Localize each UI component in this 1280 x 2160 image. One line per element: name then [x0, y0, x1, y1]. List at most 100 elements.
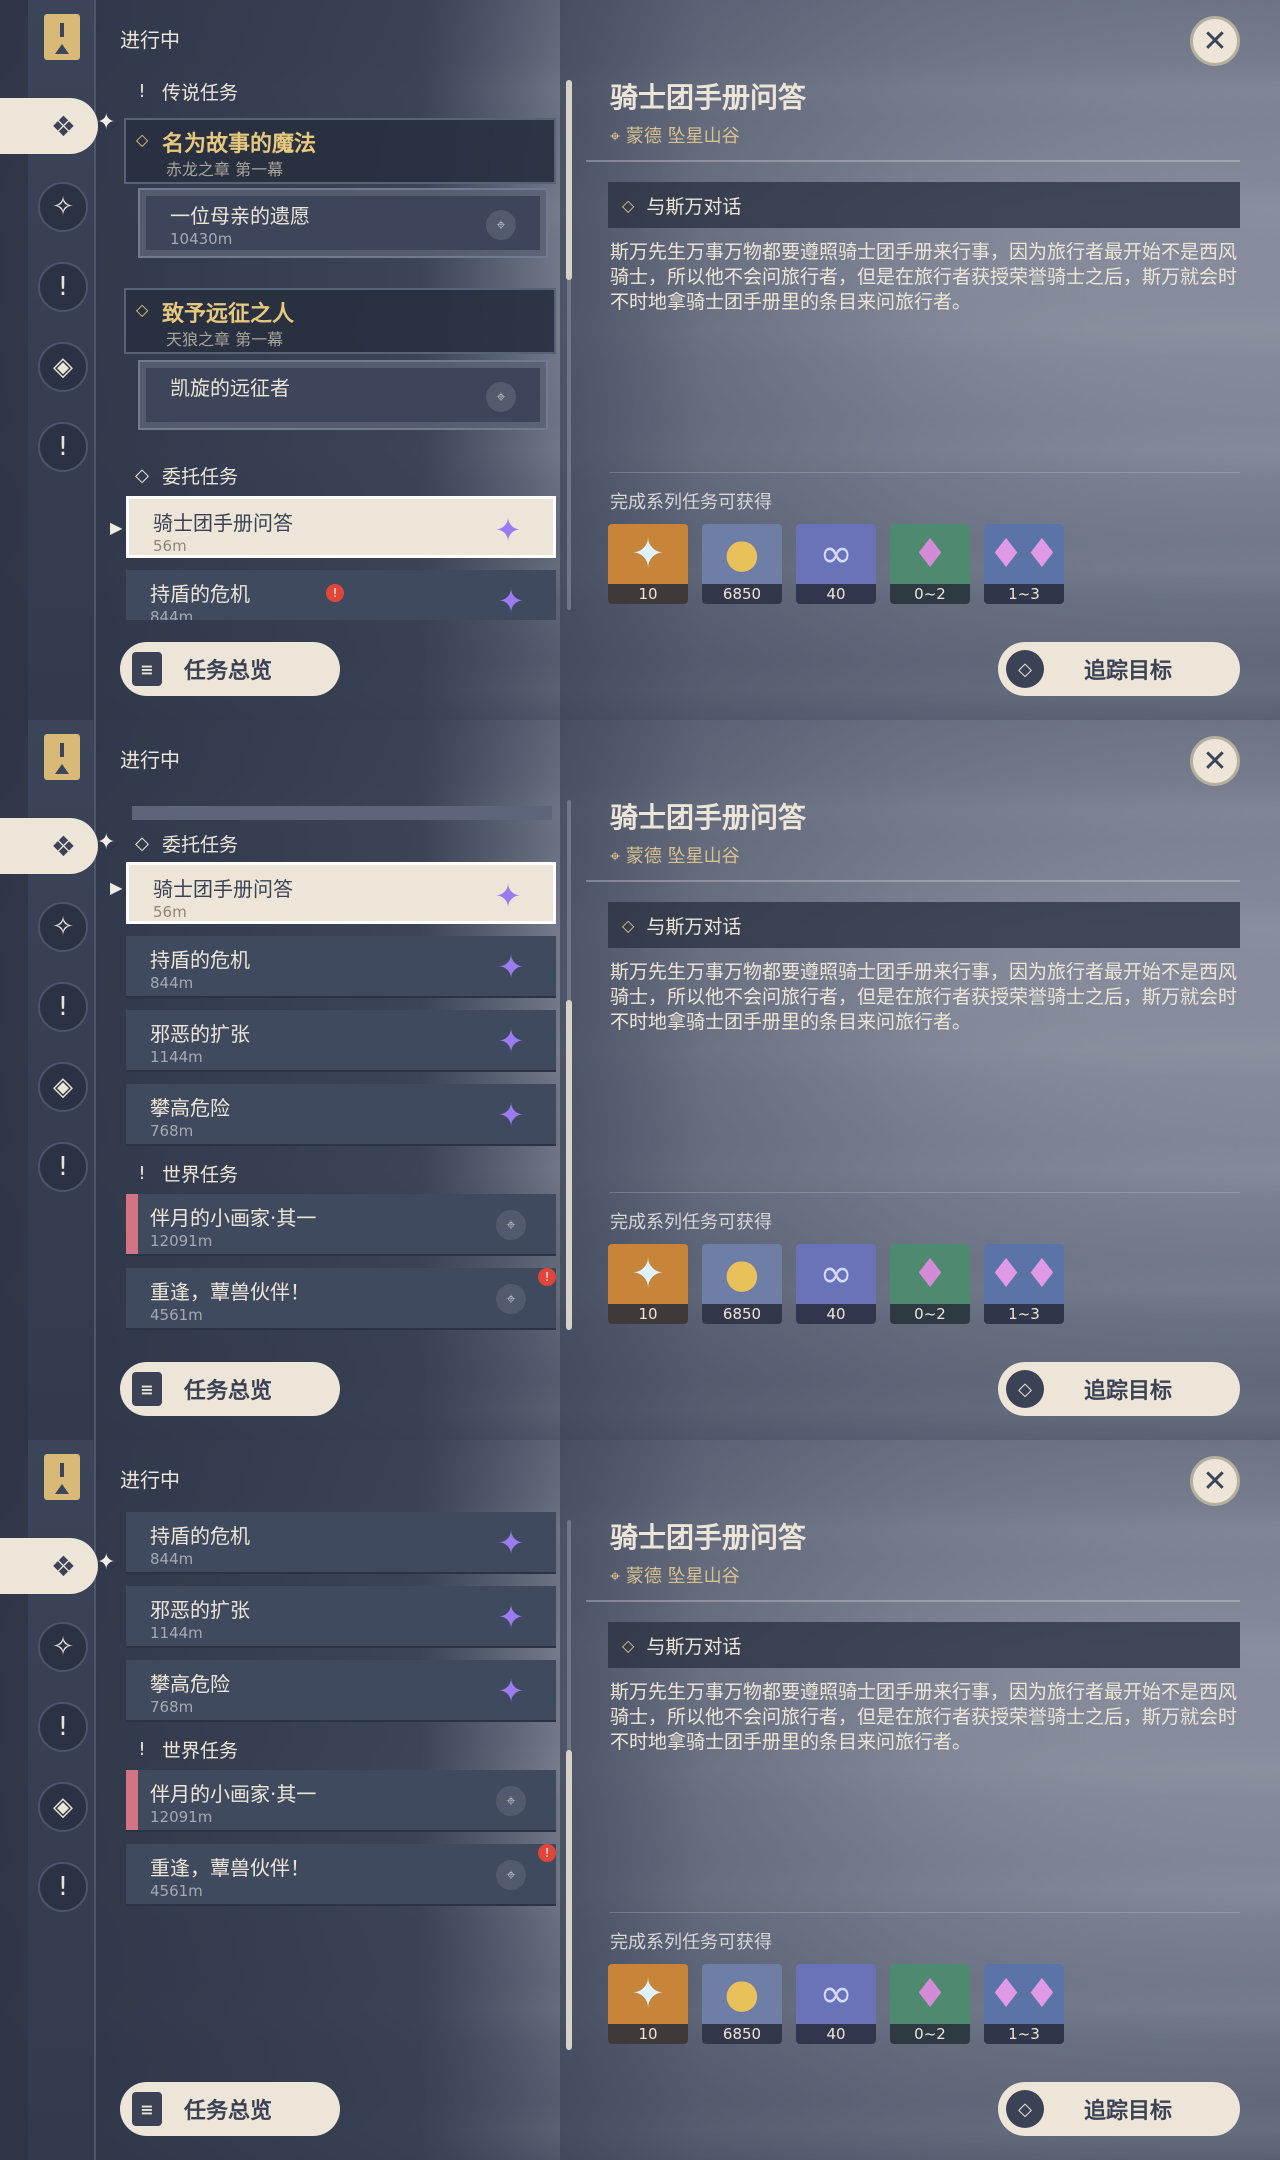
- world-quest[interactable]: 重逢，蕈兽伙伴！ 4561m ⌖ !: [126, 1844, 556, 1906]
- quest-overview-button[interactable]: ≡ 任务总览: [120, 1362, 340, 1416]
- section-legend: ! 传说任务: [130, 76, 238, 106]
- crystal-chunk-icon: ♦: [912, 531, 948, 577]
- legend-icon: !: [57, 1712, 69, 1742]
- reward-adventure-exp[interactable]: ∞ 40: [796, 1244, 876, 1324]
- category-commission-quests[interactable]: ◈: [38, 1062, 88, 1112]
- quest-list[interactable]: 持盾的危机 844m ✦ 邪恶的扩张 1144m ✦ 攀高危险 768m ✦ !…: [120, 1512, 560, 2060]
- quest-title: 持盾的危机: [150, 582, 250, 606]
- quest-screen-1: ❖ ✦ ✧ ! ◈ ! 进行中 ✕ ! 传说任务 ◇ 名为故事的魔法 赤龙之章 第…: [0, 0, 1280, 720]
- reward-crystal-chunk[interactable]: ♦ 0~2: [890, 1244, 970, 1324]
- category-archon-quests[interactable]: ✧: [38, 182, 88, 232]
- legend-subquest-2[interactable]: 凯旋的远征者 ⌖: [138, 360, 548, 430]
- quest-book-icon: ≡: [132, 652, 162, 686]
- track-button[interactable]: ◇ 追踪目标: [998, 2082, 1240, 2136]
- category-all-selected[interactable]: ❖: [0, 98, 98, 154]
- rewards-label: 完成系列任务可获得: [610, 492, 772, 513]
- scroll-thumb[interactable]: [566, 80, 572, 280]
- location-pin-icon[interactable]: ⌖: [496, 1786, 526, 1816]
- category-commission-quests[interactable]: ◈: [38, 1782, 88, 1832]
- quest-distance: 12091m: [150, 1232, 213, 1250]
- quest-distance: 844m: [150, 608, 194, 620]
- quest-detail-title: 骑士团手册问答: [610, 81, 807, 114]
- reward-amount: 6850: [702, 584, 782, 604]
- reward-crystal-chunk[interactable]: ♦ 0~2: [890, 1964, 970, 2044]
- category-archon-quests[interactable]: ✧: [38, 902, 88, 952]
- alert-icon: !: [538, 1844, 556, 1862]
- scroll-thumb[interactable]: [566, 1750, 572, 2050]
- quest-journal-icon[interactable]: [44, 734, 80, 780]
- quest-list[interactable]: ◇ 委托任务 骑士团手册问答 56m ✦ 持盾的危机 844m ✦ 邪恶的扩张 1…: [120, 792, 560, 1340]
- scroll-thumb[interactable]: [566, 1000, 572, 1330]
- legend-quest-2[interactable]: ◇ 致予远征之人 天狼之章 第一幕: [124, 288, 556, 354]
- category-world-quests[interactable]: !: [38, 422, 88, 472]
- world-quest[interactable]: 重逢，蕈兽伙伴！ 4561m ⌖ !: [126, 1268, 556, 1330]
- commission-quest[interactable]: 邪恶的扩张 1144m ✦: [126, 1010, 556, 1072]
- track-button[interactable]: ◇ 追踪目标: [998, 1362, 1240, 1416]
- category-world-quests[interactable]: !: [38, 1862, 88, 1912]
- commission-quest[interactable]: 持盾的危机 844m ✦ !: [126, 570, 556, 620]
- quest-screen-3: ❖ ✦ ✧ ! ◈ ! 进行中 ✕ 持盾的危机 844m ✦ 邪恶的扩张 114…: [0, 1440, 1280, 2160]
- reward-adventure-exp[interactable]: ∞ 40: [796, 524, 876, 604]
- legend-quest-1[interactable]: ◇ 名为故事的魔法 赤龙之章 第一幕: [124, 118, 556, 184]
- location-pin-icon[interactable]: ⌖: [496, 1860, 526, 1890]
- commission-quest[interactable]: 攀高危险 768m ✦: [126, 1660, 556, 1722]
- legend-subquest-1[interactable]: 一位母亲的遗愿 10430m ⌖: [138, 188, 548, 258]
- category-world-quests[interactable]: !: [38, 1142, 88, 1192]
- commission-category-icon: ◈: [53, 352, 73, 382]
- reward-primogem[interactable]: ✦ 10: [608, 1964, 688, 2044]
- track-button[interactable]: ◇ 追踪目标: [998, 642, 1240, 696]
- close-button[interactable]: ✕: [1190, 16, 1240, 66]
- category-legend-quests[interactable]: !: [38, 262, 88, 312]
- quest-detail-title: 骑士团手册问答: [610, 1521, 807, 1554]
- location-pin-icon[interactable]: ⌖: [496, 1210, 526, 1240]
- commission-quest-selected[interactable]: 骑士团手册问答 56m ✦: [126, 496, 556, 558]
- world-icon: !: [57, 432, 69, 462]
- world-quest[interactable]: 伴月的小画家·其一 12091m ⌖: [126, 1770, 556, 1832]
- category-archon-quests[interactable]: ✧: [38, 1622, 88, 1672]
- quest-list[interactable]: ! 传说任务 ◇ 名为故事的魔法 赤龙之章 第一幕 一位母亲的遗愿 10430m …: [120, 72, 560, 620]
- reward-adventure-exp[interactable]: ∞ 40: [796, 1964, 876, 2044]
- track-label: 追踪目标: [1084, 659, 1173, 684]
- quest-overview-button[interactable]: ≡ 任务总览: [120, 2082, 340, 2136]
- category-commission-quests[interactable]: ◈: [38, 342, 88, 392]
- category-all-selected[interactable]: ❖: [0, 1538, 98, 1594]
- reward-mora[interactable]: ● 6850: [702, 1244, 782, 1324]
- reward-crystal-cluster[interactable]: ♦♦ 1~3: [984, 1244, 1064, 1324]
- commission-quest[interactable]: 持盾的危机 844m ✦: [126, 1512, 556, 1574]
- reward-crystal-chunk[interactable]: ♦ 0~2: [890, 524, 970, 604]
- quest-list-scrollbar[interactable]: [566, 80, 572, 610]
- close-button[interactable]: ✕: [1190, 1456, 1240, 1506]
- commission-quest[interactable]: 邪恶的扩张 1144m ✦: [126, 1586, 556, 1648]
- quest-distance: 768m: [150, 1698, 194, 1716]
- commission-quest[interactable]: 攀高危险 768m ✦: [126, 1084, 556, 1146]
- quest-overview-button[interactable]: ≡ 任务总览: [120, 642, 340, 696]
- location-pin-icon[interactable]: ⌖: [486, 210, 516, 240]
- commission-quest[interactable]: 持盾的危机 844m ✦: [126, 936, 556, 998]
- divider: [610, 1912, 1240, 1913]
- close-button[interactable]: ✕: [1190, 736, 1240, 786]
- quest-list-scrollbar[interactable]: [566, 800, 572, 1330]
- quest-journal-icon[interactable]: [44, 14, 80, 60]
- category-legend-quests[interactable]: !: [38, 1702, 88, 1752]
- location-pin-icon[interactable]: ⌖: [486, 382, 516, 412]
- quest-overview-label: 任务总览: [184, 2099, 273, 2124]
- reward-crystal-cluster[interactable]: ♦♦ 1~3: [984, 524, 1064, 604]
- world-icon: !: [57, 1152, 69, 1182]
- reward-crystal-cluster[interactable]: ♦♦ 1~3: [984, 1964, 1064, 2044]
- quest-journal-icon[interactable]: [44, 1454, 80, 1500]
- reward-primogem[interactable]: ✦ 10: [608, 1244, 688, 1324]
- quest-list-scrollbar[interactable]: [566, 1520, 572, 2050]
- reward-mora[interactable]: ● 6850: [702, 524, 782, 604]
- category-legend-quests[interactable]: !: [38, 982, 88, 1032]
- world-icon: !: [57, 1872, 69, 1902]
- quest-overview-label: 任务总览: [184, 1379, 273, 1404]
- diamond-icon: ◇: [136, 300, 149, 319]
- quest-description: 斯万先生万事万物都要遵照骑士团手册来行事，因为旅行者最开始不是西风骑士，所以他不…: [610, 961, 1238, 1033]
- category-all-selected[interactable]: ❖: [0, 818, 98, 874]
- reward-primogem[interactable]: ✦ 10: [608, 524, 688, 604]
- reward-mora[interactable]: ● 6850: [702, 1964, 782, 2044]
- world-quest[interactable]: 伴月的小画家·其一 12091m ⌖: [126, 1194, 556, 1256]
- commission-quest-selected[interactable]: 骑士团手册问答 56m ✦: [126, 862, 556, 924]
- quest-description: 斯万先生万事万物都要遵照骑士团手册来行事，因为旅行者最开始不是西风骑士，所以他不…: [610, 241, 1238, 313]
- location-pin-icon[interactable]: ⌖: [496, 1284, 526, 1314]
